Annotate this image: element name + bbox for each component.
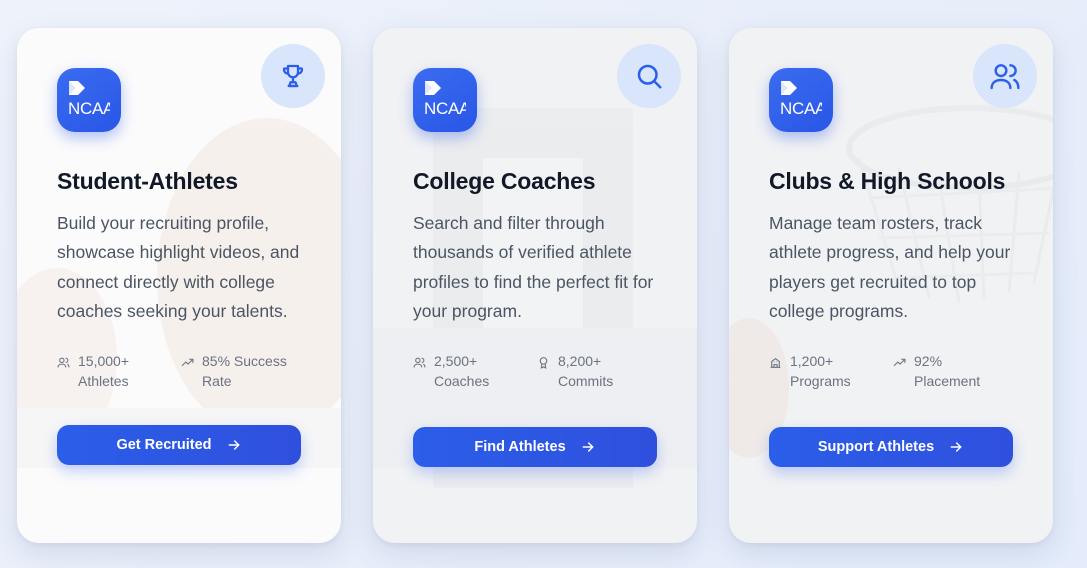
stat-value: 8,200+ xyxy=(558,352,602,369)
stat-label: Placement xyxy=(914,372,981,389)
stat-value: 92% xyxy=(914,352,943,369)
ncaa-logo: NCAA xyxy=(413,68,477,132)
button-label: Support Athletes xyxy=(817,438,935,455)
users-icon xyxy=(413,357,426,368)
logo-text: NCAA xyxy=(424,99,466,118)
ncaa-logo: NCAA xyxy=(57,68,121,132)
trending-up-icon xyxy=(893,358,906,366)
card-college-coaches: NCAA College Coaches Search and filter t… xyxy=(373,28,697,543)
support-athletes-button[interactable]: Support Athletes xyxy=(769,426,1013,467)
arrow-right-icon xyxy=(228,439,239,450)
users-icon xyxy=(973,44,1037,108)
stat-value: 1,200+ xyxy=(790,352,834,369)
search-icon xyxy=(617,44,681,108)
stat-label: Athletes xyxy=(78,372,129,389)
trophy-icon xyxy=(261,44,325,108)
button-label: Find Athletes xyxy=(474,438,566,455)
school-icon xyxy=(770,357,781,368)
card-clubs-high-schools: NCAA Clubs & High Schools Manage team ro… xyxy=(729,28,1053,543)
stat-label: Coaches xyxy=(434,372,490,389)
arrow-right-icon xyxy=(582,441,594,452)
audience-cards: NCAA Student-Athletes Build your recruit… xyxy=(17,28,1053,543)
stat-success-rate: 85% Success Rate xyxy=(181,351,287,391)
card-description: Search and filter through thousands of v… xyxy=(413,213,654,322)
arrow-right-icon xyxy=(950,441,962,452)
stat-coaches: 2,500+ Coaches xyxy=(413,351,537,391)
card-stats: 2,500+ Coaches 8,200+ Commits xyxy=(413,351,657,391)
stat-label: Programs xyxy=(790,372,851,389)
stat-value: 85% Success xyxy=(202,352,287,369)
card-stats: 1,200+ Programs 92% Placement xyxy=(769,351,1013,391)
stat-label: Rate xyxy=(202,372,232,389)
card-stats: 15,000+ Athletes 85% Success Rate xyxy=(57,351,301,391)
button-label: Get Recruited xyxy=(116,436,212,453)
card-student-athletes: NCAA Student-Athletes Build your recruit… xyxy=(17,28,341,543)
find-athletes-button[interactable]: Find Athletes xyxy=(413,426,657,467)
logo-text: NCAA xyxy=(780,99,822,118)
card-title: College Coaches xyxy=(413,168,596,194)
card-title: Student-Athletes xyxy=(57,168,238,194)
stat-label: Commits xyxy=(558,372,614,389)
trending-up-icon xyxy=(181,358,194,366)
stat-athletes: 15,000+ Athletes xyxy=(57,351,181,391)
award-icon xyxy=(539,356,548,369)
get-recruited-button[interactable]: Get Recruited xyxy=(57,424,301,465)
stat-value: 15,000+ xyxy=(78,352,129,369)
ncaa-logo: NCAA xyxy=(769,68,833,132)
card-description: Manage team rosters, track athlete progr… xyxy=(769,213,1011,322)
card-description: Build your recruiting profile, showcase … xyxy=(57,213,300,322)
stat-value: 2,500+ xyxy=(434,352,478,369)
stat-programs: 1,200+ Programs xyxy=(769,351,893,391)
stat-commits: 8,200+ Commits xyxy=(537,351,613,391)
stat-placement: 92% Placement xyxy=(893,351,980,391)
logo-text: NCAA xyxy=(68,99,110,118)
users-icon xyxy=(57,357,70,368)
card-title: Clubs & High Schools xyxy=(769,168,1006,194)
